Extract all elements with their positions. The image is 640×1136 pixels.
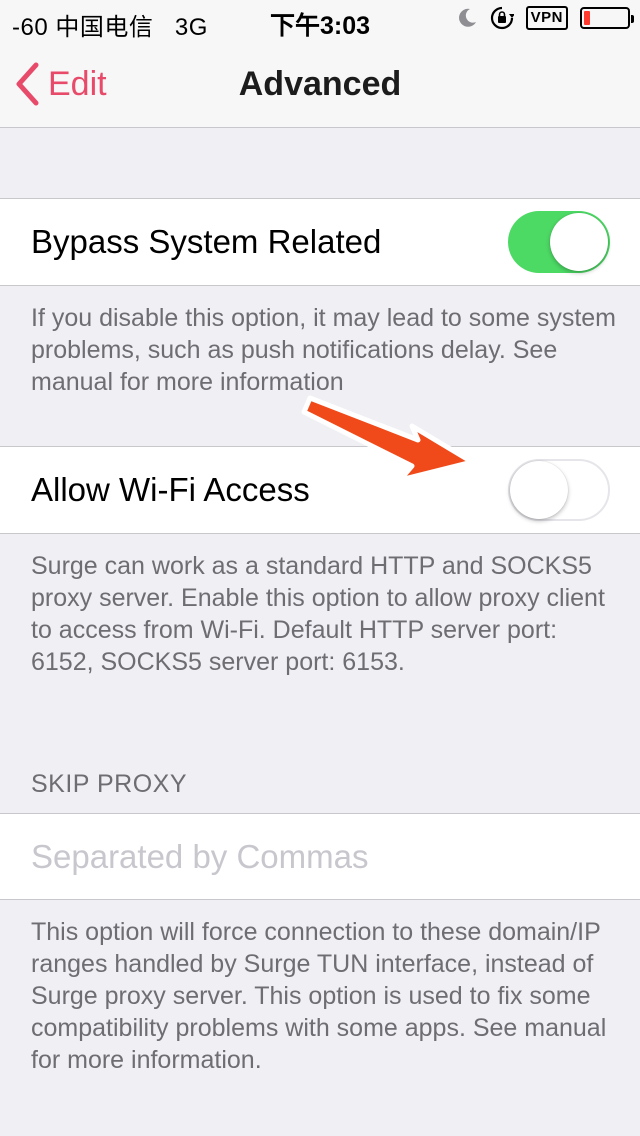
vpn-badge: VPN (525, 6, 568, 30)
annotation-arrow-icon (301, 395, 475, 483)
bypass-system-toggle[interactable] (508, 211, 610, 273)
skip-proxy-input[interactable] (31, 838, 611, 876)
moon-icon (456, 7, 478, 29)
skip-proxy-footer: This option will force connection to the… (31, 918, 607, 1074)
page-title: Advanced (238, 65, 402, 103)
bypass-system-cell: Bypass System Related (0, 198, 640, 286)
toggle-knob (550, 213, 608, 271)
battery-icon (580, 7, 634, 29)
skip-proxy-header: SKIP PROXY (31, 770, 187, 798)
toggle-knob (510, 461, 568, 519)
wifi-access-label: Allow Wi-Fi Access (31, 471, 310, 508)
bypass-system-footer: If you disable this option, it may lead … (31, 304, 616, 396)
status-indicators: VPN (456, 6, 634, 30)
wifi-access-footer: Surge can work as a standard HTTP and SO… (31, 552, 605, 676)
status-bar: -60 中国电信 3G 下午3:03 VPN (0, 0, 640, 41)
navigation-bar: Edit Advanced (0, 40, 640, 128)
rotation-lock-icon (490, 6, 515, 30)
wifi-access-toggle[interactable] (508, 459, 610, 521)
battery-fill (584, 11, 590, 25)
skip-proxy-cell (0, 813, 640, 900)
bypass-system-label: Bypass System Related (31, 223, 382, 260)
